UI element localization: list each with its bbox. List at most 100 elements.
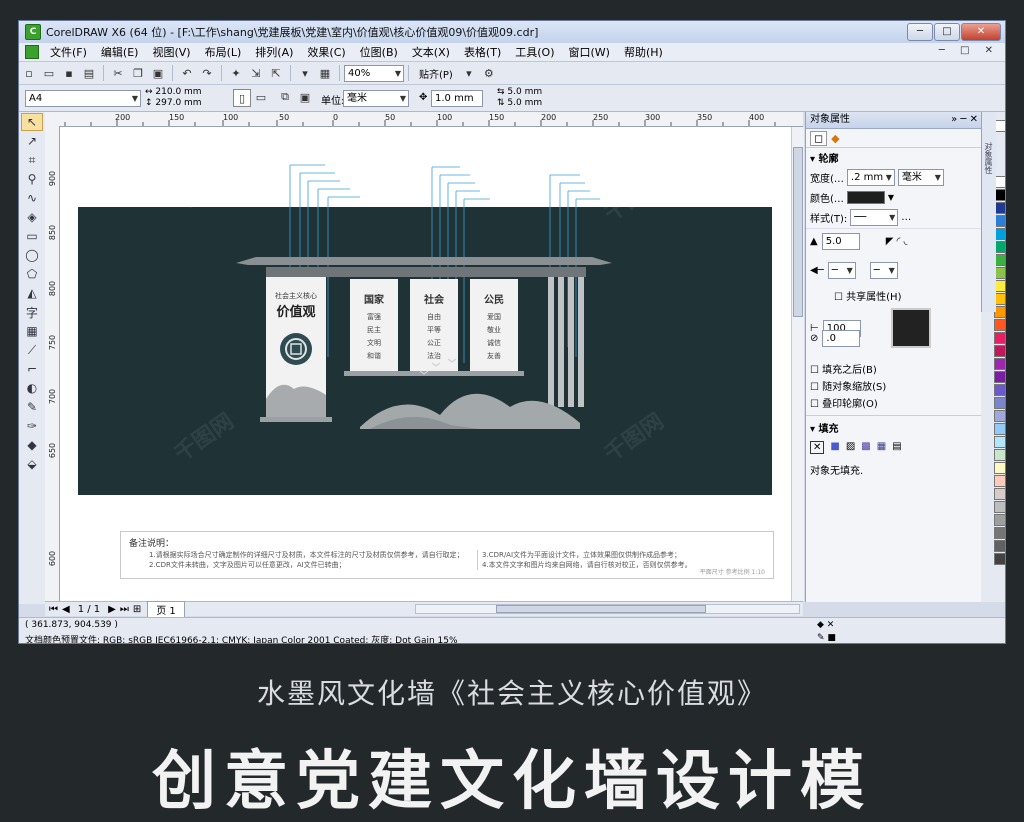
- menu-tools[interactable]: 工具(O): [508, 44, 561, 60]
- drawing-canvas[interactable]: 社会主义核心 价值观 国家 富强 民主 文明 和谐 社会 自由 平等 公正 法治…: [60, 127, 791, 601]
- all-pages-icon[interactable]: ⧉: [277, 89, 293, 105]
- vertical-scroll-thumb[interactable]: [793, 147, 803, 317]
- duplicate-x-field[interactable]: ⇆ 5.0 mm: [497, 87, 542, 97]
- export-icon[interactable]: ⇱: [268, 65, 284, 81]
- menu-layout[interactable]: 布局(L): [198, 44, 249, 60]
- pick-tool-icon[interactable]: ↖: [21, 113, 43, 131]
- palette-color-swatch[interactable]: [994, 501, 1005, 513]
- palette-color-swatch[interactable]: [994, 410, 1005, 422]
- palette-color-swatch[interactable]: [994, 488, 1005, 500]
- palette-color-swatch[interactable]: [994, 436, 1005, 448]
- fill-tool-icon[interactable]: ◆: [21, 436, 43, 454]
- menu-arrange[interactable]: 排列(A): [248, 44, 300, 60]
- smart-fill-tool-icon[interactable]: ◈: [21, 208, 43, 226]
- palette-color-swatch[interactable]: [994, 345, 1005, 357]
- palette-color-swatch[interactable]: [994, 527, 1005, 539]
- rectangle-tool-icon[interactable]: ▭: [21, 227, 43, 245]
- zoom-tool-icon[interactable]: ⚲: [21, 170, 43, 188]
- menu-window[interactable]: 窗口(W): [562, 44, 617, 60]
- page-size-select[interactable]: A4 ▼: [25, 90, 141, 107]
- outline-indicator-icon[interactable]: ✎ ■: [817, 633, 836, 643]
- snap-dropdown-icon[interactable]: ▾: [461, 65, 477, 81]
- nudge-distance-field[interactable]: 1.0 mm: [431, 90, 483, 107]
- ellipse-tool-icon[interactable]: ◯: [21, 246, 43, 264]
- palette-color-swatch[interactable]: [994, 553, 1005, 565]
- portrait-icon[interactable]: ▯: [233, 89, 251, 107]
- last-page-icon[interactable]: ⏭: [120, 604, 129, 615]
- texture-fill-icon[interactable]: ▦: [877, 441, 886, 454]
- menu-text[interactable]: 文本(X): [405, 44, 457, 60]
- scale-with-row[interactable]: ☐ 随对象缩放(S): [806, 377, 982, 394]
- menu-help[interactable]: 帮助(H): [617, 44, 670, 60]
- corner-icons[interactable]: ◤ ◜ ◟: [886, 236, 908, 247]
- redo-icon[interactable]: ↷: [199, 65, 215, 81]
- outline-section-header[interactable]: ▾ 轮廓: [806, 148, 982, 167]
- current-page-icon[interactable]: ▣: [297, 89, 313, 105]
- copy-icon[interactable]: ❐: [130, 65, 146, 81]
- outline-unit-select[interactable]: 毫米 ▼: [897, 169, 944, 186]
- palette-color-swatch[interactable]: [994, 358, 1005, 370]
- next-page-icon[interactable]: ▶: [108, 604, 116, 615]
- arrow-end-select[interactable]: ─ ▼: [869, 262, 898, 279]
- open-icon[interactable]: ▭: [41, 65, 57, 81]
- paste-icon[interactable]: ▣: [150, 65, 166, 81]
- palette-color-swatch[interactable]: [994, 332, 1005, 344]
- pattern-fill-icon[interactable]: ▩: [861, 441, 870, 454]
- palette-color-swatch[interactable]: [994, 462, 1005, 474]
- interactive-fill-tool-icon[interactable]: ⬙: [21, 455, 43, 473]
- outline-color-dropdown-icon[interactable]: ▼: [888, 193, 894, 202]
- polygon-tool-icon[interactable]: ⬠: [21, 265, 43, 283]
- no-fill-icon[interactable]: ✕: [810, 441, 825, 454]
- postscript-fill-icon[interactable]: ▤: [892, 441, 901, 454]
- color-profile-info[interactable]: 文档颜色预置文件: RGB: sRGB IEC61966-2.1; CMYK: …: [25, 633, 458, 643]
- menu-edit[interactable]: 编辑(E): [94, 44, 146, 60]
- search-content-icon[interactable]: ✦: [228, 65, 244, 81]
- maximize-button[interactable]: □: [934, 23, 960, 41]
- cut-icon[interactable]: ✂: [110, 65, 126, 81]
- palette-color-swatch[interactable]: [994, 319, 1005, 331]
- outline-pen-tool-icon[interactable]: ✑: [21, 417, 43, 435]
- fill-tab-icon[interactable]: ◆: [827, 132, 843, 145]
- minimize-button[interactable]: ─: [907, 23, 933, 41]
- connector-tool-icon[interactable]: ⌐: [21, 360, 43, 378]
- page-tab[interactable]: 页 1: [147, 600, 185, 618]
- palette-color-swatch[interactable]: [994, 384, 1005, 396]
- shape-tool-icon[interactable]: ↗: [21, 132, 43, 150]
- unit-select[interactable]: 毫米 ▼: [343, 90, 409, 107]
- palette-color-swatch[interactable]: [994, 423, 1005, 435]
- behind-fill-row[interactable]: ☐ 填充之后(B): [806, 347, 982, 377]
- arrowhead-left-icon[interactable]: ◀─: [810, 265, 824, 276]
- fill-section-header[interactable]: ▾ 填充: [806, 415, 982, 439]
- add-page-icon[interactable]: ⊞: [133, 604, 141, 615]
- angle-field[interactable]: .0: [822, 330, 861, 347]
- page-height-field[interactable]: ↕ 297.0 mm: [145, 98, 202, 108]
- side-tab-object-properties[interactable]: 对象属性: [982, 112, 994, 174]
- freehand-tool-icon[interactable]: ∿: [21, 189, 43, 207]
- basic-shapes-tool-icon[interactable]: ◭: [21, 284, 43, 302]
- first-page-icon[interactable]: ⏮: [49, 604, 58, 615]
- palette-color-swatch[interactable]: [994, 397, 1005, 409]
- text-tool-icon[interactable]: 字: [21, 303, 43, 321]
- page-width-field[interactable]: ↔ 210.0 mm: [145, 87, 202, 97]
- blend-tool-icon[interactable]: ◐: [21, 379, 43, 397]
- outline-color-swatch[interactable]: [846, 191, 885, 204]
- prev-page-icon[interactable]: ◀: [62, 604, 70, 615]
- arrow-start-select[interactable]: ─ ▼: [827, 262, 856, 279]
- miter-field[interactable]: 5.0: [821, 233, 860, 250]
- overprint-row[interactable]: ☐ 叠印轮廓(O): [806, 394, 982, 411]
- doc-window-controls[interactable]: ─ □ ✕: [939, 45, 999, 56]
- docker-controls[interactable]: » ─ ✕: [951, 112, 978, 128]
- outline-tab-icon[interactable]: ◻: [810, 130, 828, 146]
- dimension-tool-icon[interactable]: ⟋: [21, 341, 43, 359]
- menu-effects[interactable]: 效果(C): [300, 44, 352, 60]
- palette-color-swatch[interactable]: [994, 475, 1005, 487]
- outline-style-more[interactable]: …: [901, 212, 911, 223]
- zoom-select[interactable]: 40% ▼: [344, 64, 404, 82]
- outline-style-select[interactable]: ── ▼: [850, 209, 899, 226]
- vertical-scrollbar[interactable]: [791, 127, 804, 601]
- menu-view[interactable]: 视图(V): [145, 44, 197, 60]
- save-icon[interactable]: ▪: [61, 65, 77, 81]
- menu-file[interactable]: 文件(F): [43, 44, 94, 60]
- table-tool-icon[interactable]: ▦: [21, 322, 43, 340]
- palette-color-swatch[interactable]: [994, 371, 1005, 383]
